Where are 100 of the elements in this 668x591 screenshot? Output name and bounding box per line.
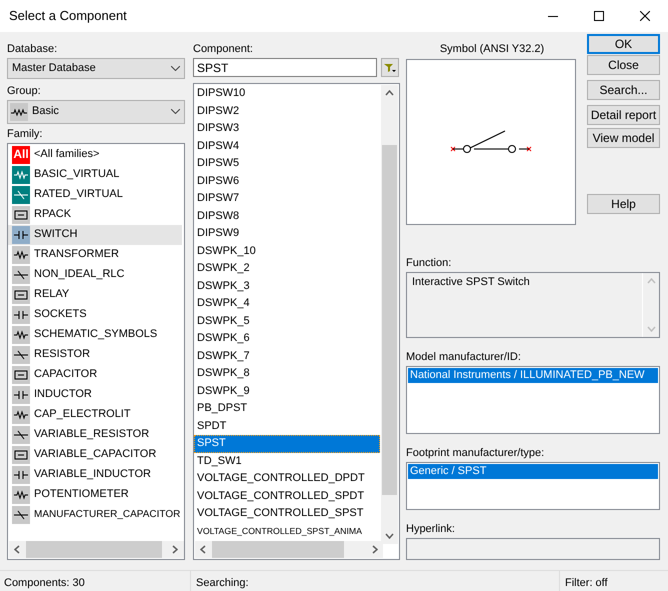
component-symbol-icon bbox=[12, 466, 30, 484]
field-label: Database: bbox=[7, 42, 58, 57]
dialog-button[interactable]: Detail report bbox=[587, 105, 660, 125]
component-item[interactable]: DIPSW2 bbox=[194, 102, 380, 120]
database-dropdown[interactable]: Master Database bbox=[7, 58, 185, 79]
component-item[interactable]: DIPSW6 bbox=[194, 172, 380, 190]
component-symbol-icon bbox=[12, 206, 30, 224]
field-label: Component: bbox=[193, 42, 254, 57]
family-item[interactable]: NON_IDEAL_RLC bbox=[8, 264, 182, 285]
all-families-icon: All bbox=[12, 146, 30, 164]
filter-button[interactable] bbox=[381, 58, 399, 77]
component-search-field[interactable]: SPST bbox=[193, 58, 377, 77]
component-item[interactable]: DIPSW5 bbox=[194, 155, 380, 172]
family-item[interactable]: POTENTIOMETER bbox=[8, 484, 182, 505]
family-item[interactable]: SCHEMATIC_SYMBOLS bbox=[8, 324, 182, 345]
scroll-down-icon bbox=[385, 532, 394, 539]
family-item[interactable]: RELAY bbox=[8, 284, 182, 305]
family-item[interactable]: RPACK bbox=[8, 204, 182, 225]
list-item[interactable]: Generic / SPST bbox=[408, 464, 658, 480]
component-symbol-icon bbox=[12, 326, 30, 344]
component-item[interactable]: DSWPK_8 bbox=[194, 365, 380, 382]
component-item[interactable]: DIPSW3 bbox=[194, 120, 380, 138]
dialog-button[interactable]: Close bbox=[587, 55, 660, 75]
family-item[interactable]: All <All families> bbox=[8, 144, 182, 165]
list-item[interactable]: National Instruments / ILLUMINATED_PB_NEW bbox=[408, 368, 658, 384]
component-item[interactable]: DSWPK_3 bbox=[194, 278, 380, 295]
family-item[interactable]: CAPACITOR bbox=[8, 364, 182, 385]
component-item[interactable]: DIPSW8 bbox=[194, 208, 380, 225]
component-symbol-icon bbox=[12, 246, 30, 264]
component-symbol-icon bbox=[12, 386, 30, 404]
scroll-left-icon bbox=[14, 545, 21, 554]
component-item[interactable]: DSWPK_5 bbox=[194, 312, 380, 330]
field-label: Hyperlink: bbox=[406, 522, 456, 537]
status-text: Searching: bbox=[196, 576, 249, 588]
component-symbol-icon bbox=[12, 286, 30, 304]
family-item[interactable]: SWITCH bbox=[8, 224, 182, 245]
family-item[interactable]: SOCKETS bbox=[8, 304, 182, 325]
field-label: Family: bbox=[7, 126, 44, 142]
family-item[interactable]: RESISTOR bbox=[8, 344, 182, 365]
component-item[interactable]: SPST bbox=[194, 435, 380, 452]
component-item[interactable]: PB_DPST bbox=[194, 400, 380, 418]
component-symbol-icon bbox=[12, 506, 30, 524]
component-symbol-icon bbox=[12, 446, 30, 464]
family-item[interactable]: VARIABLE_CAPACITOR bbox=[8, 444, 182, 465]
scroll-right-icon bbox=[371, 545, 378, 554]
family-item[interactable]: VARIABLE_INDUCTOR bbox=[8, 464, 182, 485]
component-item[interactable]: DSWPK_4 bbox=[194, 295, 380, 312]
component-item[interactable]: TD_SW1 bbox=[194, 452, 380, 470]
family-item[interactable]: BASIC_VIRTUAL bbox=[8, 164, 182, 185]
close-icon bbox=[640, 11, 650, 21]
window-title: Select a Component bbox=[9, 8, 128, 24]
scrollbar-thumb[interactable] bbox=[382, 145, 397, 495]
maximize-icon bbox=[594, 11, 604, 21]
component-item[interactable]: DIPSW10 bbox=[194, 85, 380, 102]
component-item[interactable]: DSWPK_9 bbox=[194, 382, 380, 400]
scroll-up-icon bbox=[385, 90, 394, 97]
component-symbol-icon bbox=[12, 486, 30, 504]
component-item[interactable]: DIPSW9 bbox=[194, 225, 380, 242]
ok-button[interactable]: OK bbox=[587, 34, 660, 54]
family-item[interactable]: VARIABLE_RESISTOR bbox=[8, 424, 182, 445]
component-symbol-icon bbox=[12, 306, 30, 324]
component-item[interactable]: DSWPK_7 bbox=[194, 348, 380, 365]
field-label: Function: bbox=[406, 256, 452, 271]
component-symbol-icon bbox=[12, 406, 30, 424]
group-dropdown[interactable]: Basic bbox=[7, 100, 185, 124]
component-item[interactable]: DSWPK_6 bbox=[194, 330, 380, 348]
field-label: Footprint manufacturer/type: bbox=[406, 446, 546, 462]
field-label: Model manufacturer/ID: bbox=[406, 350, 522, 366]
dialog-button[interactable]: Help bbox=[587, 194, 660, 214]
component-symbol-icon bbox=[12, 366, 30, 384]
component-item[interactable]: VOLTAGE_CONTROLLED_SPST_ANIMA bbox=[194, 522, 364, 540]
scrollbar-thumb[interactable] bbox=[212, 541, 344, 558]
component-symbol-icon bbox=[12, 266, 30, 284]
scroll-down-icon bbox=[647, 325, 656, 332]
component-symbol-icon bbox=[12, 346, 30, 364]
resistor-icon bbox=[10, 102, 28, 121]
component-item[interactable]: DIPSW7 bbox=[194, 190, 380, 208]
filter-icon bbox=[384, 62, 396, 72]
component-item[interactable]: VOLTAGE_CONTROLLED_SPDT bbox=[194, 488, 380, 505]
component-item[interactable]: VOLTAGE_CONTROLLED_SPST bbox=[194, 505, 380, 522]
family-item[interactable]: TRANSFORMER bbox=[8, 244, 182, 265]
family-item[interactable]: CAP_ELECTROLIT bbox=[8, 404, 182, 425]
component-item[interactable]: SPDT bbox=[194, 418, 380, 435]
scroll-right-icon bbox=[171, 545, 178, 554]
chevron-icon bbox=[171, 109, 180, 114]
component-item[interactable]: DSWPK_2 bbox=[194, 260, 380, 278]
symbol-title: Symbol (ANSI Y32.2) bbox=[440, 43, 544, 55]
component-item[interactable]: DIPSW4 bbox=[194, 138, 380, 155]
status-text: Components: 30 bbox=[4, 576, 85, 588]
component-item[interactable]: VOLTAGE_CONTROLLED_DPDT bbox=[194, 470, 380, 488]
status-text: Filter: off bbox=[565, 576, 608, 588]
scrollbar-thumb[interactable] bbox=[26, 541, 162, 558]
family-item[interactable]: INDUCTOR bbox=[8, 384, 182, 405]
component-item[interactable]: DSWPK_10 bbox=[194, 242, 380, 260]
family-item[interactable]: RATED_VIRTUAL bbox=[8, 184, 182, 205]
component-symbol-icon bbox=[12, 426, 30, 444]
dialog-button[interactable]: Search... bbox=[587, 80, 660, 100]
family-item[interactable]: MANUFACTURER_CAPACITOR bbox=[8, 504, 182, 525]
dialog-button[interactable]: View model bbox=[587, 128, 660, 148]
chevron-icon bbox=[171, 66, 180, 71]
